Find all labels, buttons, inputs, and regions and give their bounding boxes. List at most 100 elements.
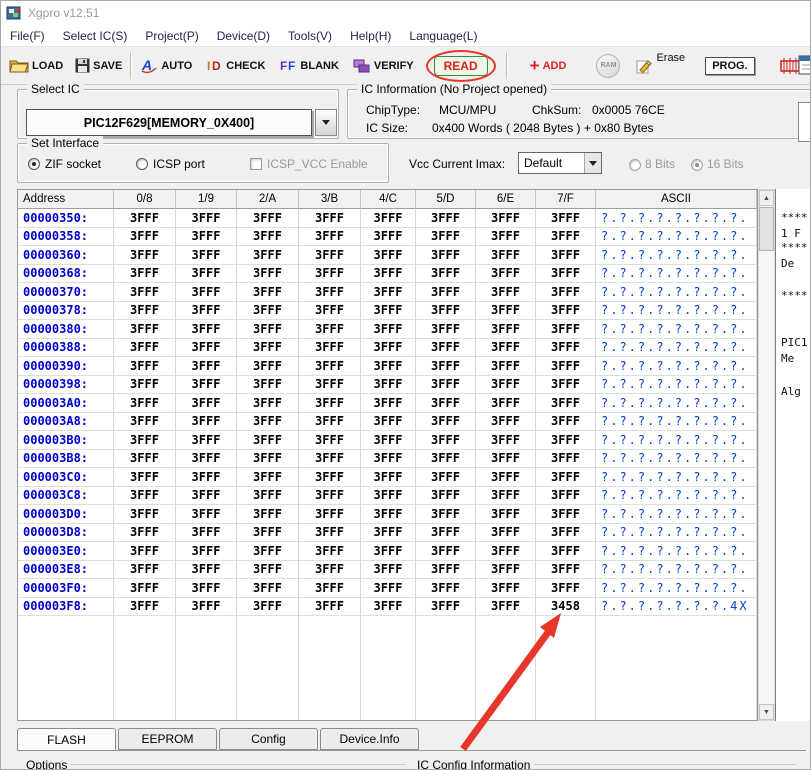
hex-cell[interactable]: 3458 [536, 598, 596, 617]
menu-item-tools[interactable]: Tools(V) [279, 26, 341, 46]
ram-button[interactable]: RAM [596, 54, 620, 78]
vertical-scrollbar[interactable]: ▲ ▼ [758, 189, 775, 721]
hex-cell[interactable]: 3FFF [416, 561, 476, 580]
vcc-dropdown-arrow[interactable] [584, 153, 601, 173]
hex-cell[interactable]: 3FFF [361, 505, 416, 524]
hex-cell[interactable]: 3FFF [114, 339, 176, 358]
hex-address[interactable]: 000003D8: [18, 524, 114, 543]
hex-cell[interactable]: 3FFF [416, 413, 476, 432]
hex-cell[interactable]: 3FFF [361, 542, 416, 561]
zif-socket-label[interactable]: ZIF socket [45, 157, 101, 171]
hex-cell[interactable]: 3FFF [299, 320, 361, 339]
hex-cell[interactable]: 3FFF [476, 376, 536, 395]
hex-cell[interactable]: 3FFF [176, 598, 237, 617]
hex-address[interactable]: 00000388: [18, 339, 114, 358]
hex-cell[interactable]: 3FFF [476, 320, 536, 339]
hex-cell[interactable]: 3FFF [361, 265, 416, 284]
hex-cell[interactable]: 3FFF [361, 524, 416, 543]
hex-cell[interactable]: 3FFF [114, 265, 176, 284]
hex-cell[interactable]: 3FFF [536, 357, 596, 376]
hex-cell[interactable]: 3FFF [476, 339, 536, 358]
hex-cell[interactable]: 3FFF [299, 450, 361, 469]
hex-cell[interactable]: 3FFF [237, 598, 299, 617]
hex-cell[interactable]: 3FFF [476, 357, 536, 376]
hex-cell[interactable]: 3FFF [176, 413, 237, 432]
hex-cell[interactable]: 3FFF [176, 283, 237, 302]
hex-cell[interactable]: 3FFF [114, 524, 176, 543]
menu-item-device[interactable]: Device(D) [208, 26, 279, 46]
hex-cell[interactable]: 3FFF [299, 487, 361, 506]
hex-cell[interactable]: 3FFF [536, 283, 596, 302]
hex-cell[interactable]: 3FFF [476, 468, 536, 487]
hex-cell[interactable]: 3FFF [536, 487, 596, 506]
hex-cell[interactable]: 3FFF [237, 209, 299, 228]
add-button[interactable]: + ADD [530, 59, 567, 73]
hex-cell[interactable]: 3FFF [416, 302, 476, 321]
hex-cell[interactable]: 3FFF [176, 561, 237, 580]
hex-cell[interactable]: 3FFF [114, 468, 176, 487]
hex-cell[interactable]: 3FFF [361, 302, 416, 321]
hex-cell[interactable]: 3FFF [237, 579, 299, 598]
16-bits-radio[interactable] [691, 159, 703, 171]
hex-cell[interactable]: 3FFF [536, 339, 596, 358]
hex-cell[interactable]: 3FFF [536, 431, 596, 450]
hex-cell[interactable]: 3FFF [536, 228, 596, 247]
hex-cell[interactable]: 3FFF [361, 228, 416, 247]
hex-cell[interactable]: 3FFF [476, 394, 536, 413]
hex-address[interactable]: 00000380: [18, 320, 114, 339]
hex-cell[interactable]: 3FFF [176, 450, 237, 469]
save-button[interactable]: SAVE [75, 58, 122, 73]
hex-cell[interactable]: 3FFF [114, 542, 176, 561]
hex-cell[interactable]: 3FFF [416, 598, 476, 617]
hex-address[interactable]: 000003F8: [18, 598, 114, 617]
hex-cell[interactable]: 3FFF [416, 542, 476, 561]
hex-address[interactable]: 000003C0: [18, 468, 114, 487]
hex-cell[interactable]: 3FFF [476, 283, 536, 302]
hex-cell[interactable]: 3FFF [299, 283, 361, 302]
auto-button[interactable]: A AUTO [140, 57, 192, 74]
hex-cell[interactable]: 3FFF [299, 579, 361, 598]
hex-cell[interactable]: 3FFF [176, 542, 237, 561]
hex-cell[interactable]: 3FFF [476, 209, 536, 228]
hex-cell[interactable]: 3FFF [416, 283, 476, 302]
hex-cell[interactable]: 3FFF [176, 376, 237, 395]
hex-address[interactable]: 000003B8: [18, 450, 114, 469]
tab-device-info[interactable]: Device.Info [320, 728, 419, 750]
hex-cell[interactable]: 3FFF [114, 376, 176, 395]
hex-cell[interactable]: 3FFF [416, 376, 476, 395]
hex-cell[interactable]: 3FFF [176, 505, 237, 524]
hex-cell[interactable]: 3FFF [299, 524, 361, 543]
hex-cell[interactable]: 3FFF [299, 394, 361, 413]
load-button[interactable]: LOAD [9, 58, 63, 73]
hex-cell[interactable]: 3FFF [536, 209, 596, 228]
hex-cell[interactable]: 3FFF [114, 320, 176, 339]
hex-cell[interactable]: 3FFF [176, 524, 237, 543]
hex-cell[interactable]: 3FFF [476, 302, 536, 321]
hex-cell[interactable]: 3FFF [237, 320, 299, 339]
hex-cell[interactable]: 3FFF [536, 524, 596, 543]
hex-address[interactable]: 000003A8: [18, 413, 114, 432]
hex-cell[interactable]: 3FFF [416, 209, 476, 228]
hex-cell[interactable]: 3FFF [361, 598, 416, 617]
hex-address[interactable]: 000003A0: [18, 394, 114, 413]
hex-cell[interactable]: 3FFF [536, 413, 596, 432]
hex-cell[interactable]: 3FFF [476, 542, 536, 561]
ic-combobox-dropdown-button[interactable] [315, 109, 337, 136]
hex-cell[interactable]: 3FFF [237, 561, 299, 580]
hex-cell[interactable]: 3FFF [299, 265, 361, 284]
menu-item-file[interactable]: File(F) [1, 26, 54, 46]
hex-cell[interactable]: 3FFF [114, 450, 176, 469]
hex-cell[interactable]: 3FFF [299, 339, 361, 358]
tab-config[interactable]: Config [219, 728, 318, 750]
hex-cell[interactable]: 3FFF [299, 209, 361, 228]
hex-cell[interactable]: 3FFF [536, 450, 596, 469]
hex-address[interactable]: 000003E8: [18, 561, 114, 580]
hex-cell[interactable]: 3FFF [299, 357, 361, 376]
hex-cell[interactable]: 3FFF [361, 357, 416, 376]
hex-cell[interactable]: 3FFF [361, 320, 416, 339]
icsp-vcc-checkbox[interactable] [250, 158, 262, 170]
hex-cell[interactable]: 3FFF [114, 561, 176, 580]
hex-cell[interactable]: 3FFF [536, 542, 596, 561]
hex-cell[interactable]: 3FFF [361, 283, 416, 302]
hex-address[interactable]: 00000350: [18, 209, 114, 228]
